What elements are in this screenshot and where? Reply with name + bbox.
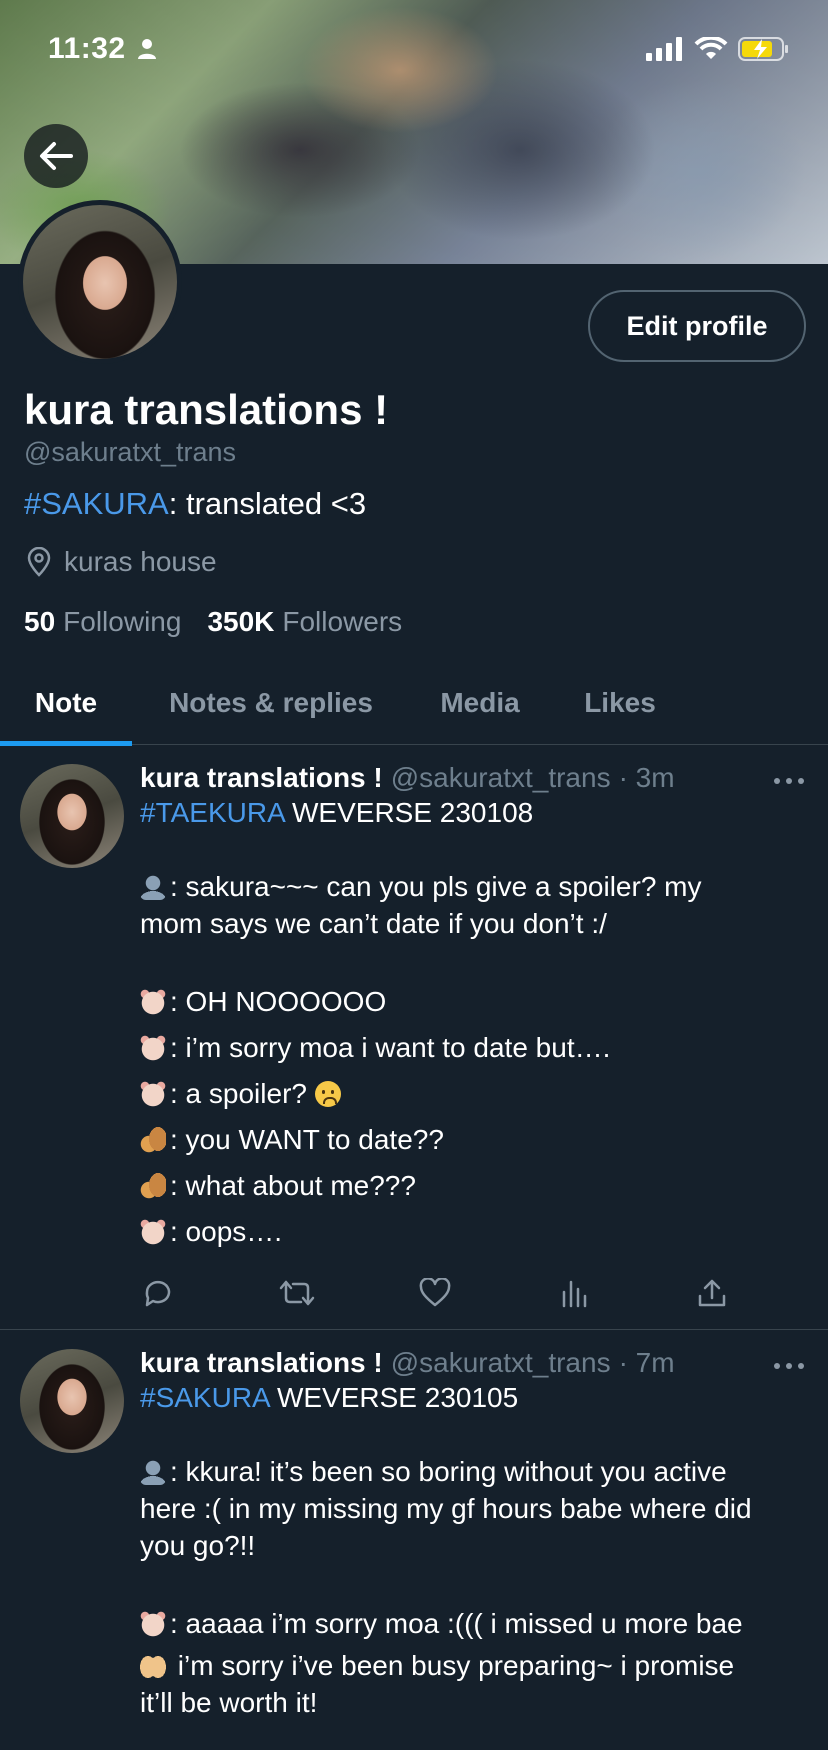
heart-icon (419, 1278, 451, 1307)
analytics-icon (562, 1280, 586, 1308)
tweet-author-handle: @sakuratxt_trans (390, 1347, 611, 1378)
bio-hashtag-link[interactable]: #SAKURA (24, 486, 169, 521)
share-icon (698, 1279, 726, 1307)
profile-tabs: Note Notes & replies Media Likes (0, 660, 828, 746)
arrow-left-icon (40, 142, 73, 170)
tab-notes-and-replies[interactable]: Notes & replies (132, 660, 410, 745)
tweet-line: : what about me??? (140, 1163, 800, 1209)
status-indicators (646, 36, 790, 62)
tweet-text: #SAKURA WEVERSE 230105 : kkura! it’s bee… (140, 1379, 800, 1721)
followers-label: Followers (282, 606, 403, 637)
like-button[interactable] (417, 1275, 453, 1311)
tweet-heading: #TAEKURA WEVERSE 230108 (140, 797, 534, 828)
retweet-button[interactable] (279, 1275, 315, 1311)
squirrel-emoji-icon (140, 1173, 166, 1199)
tweet-timestamp: · 7m (618, 1347, 675, 1378)
tweet-header: kura translations ! @sakuratxt_trans · 3… (140, 762, 800, 794)
tweet-author-handle: @sakuratxt_trans (390, 762, 611, 793)
edit-profile-button[interactable]: Edit profile (588, 290, 806, 362)
tweet-body: kura translations ! @sakuratxt_trans · 3… (140, 762, 800, 1255)
tweet-line: i’m sorry i’ve been busy preparing~ i pr… (140, 1647, 800, 1684)
tab-media[interactable]: Media (410, 660, 550, 745)
tweet[interactable]: kura translations ! @sakuratxt_trans · 3… (0, 746, 828, 1330)
profile-display-name: kura translations ! (24, 386, 389, 433)
tweet-line: : a spoiler? (140, 1071, 800, 1117)
profile-avatar[interactable] (18, 200, 182, 364)
heart-hands-emoji-icon (140, 1653, 166, 1679)
wifi-icon (694, 37, 728, 59)
tweet-line: you go?!! (140, 1530, 256, 1561)
reply-icon (145, 1280, 171, 1307)
location-text: kuras house (64, 546, 217, 577)
tweet-line: : OH NOOOOOO (140, 979, 800, 1025)
person-icon (138, 39, 156, 59)
sad-face-emoji-icon (314, 1081, 341, 1107)
followers-link[interactable]: 350K Followers (207, 606, 402, 638)
follow-stats: 50 Following 350K Followers (24, 606, 402, 638)
tweet-author-name[interactable]: kura translations ! (140, 1347, 383, 1379)
tweet-line: : you WANT to date?? (140, 1117, 800, 1163)
tweet-body: kura translations ! @sakuratxt_trans · 7… (140, 1347, 800, 1721)
tweet-line: : i’m sorry moa i want to date but…. (140, 1025, 800, 1071)
squirrel-emoji-icon (140, 1127, 166, 1153)
tweet-hashtag-link[interactable]: #SAKURA (140, 1382, 269, 1413)
hamster-emoji-icon (140, 1035, 166, 1061)
tweet-line: : kkura! it’s been so boring without you… (140, 1453, 800, 1490)
tweet-line: here :( in my missing my gf hours babe w… (140, 1493, 752, 1524)
following-link[interactable]: 50 Following (24, 606, 181, 638)
battery-charging-icon (738, 37, 788, 61)
hamster-emoji-icon (140, 1219, 166, 1245)
tweet-timestamp: · 3m (618, 762, 675, 793)
tweet-author-name[interactable]: kura translations ! (140, 762, 383, 794)
profile-location: kuras house (24, 546, 217, 578)
tweet-avatar[interactable] (20, 764, 124, 868)
tweet-heading: #SAKURA WEVERSE 230105 (140, 1382, 519, 1413)
following-count: 50 (24, 606, 56, 637)
tab-note[interactable]: Note (0, 660, 132, 746)
tweet-line: : oops…. (140, 1209, 800, 1255)
tweet-hashtag-link[interactable]: #TAEKURA (140, 797, 284, 828)
status-time: 11:32 (48, 32, 126, 65)
tweet-line: : sakura~~~ can you pls give a spoiler? … (140, 868, 800, 905)
tweet-line: mom says we can’t date if you don’t :/ (140, 908, 607, 939)
profile-handle: @sakuratxt_trans (24, 437, 236, 467)
followers-count: 350K (207, 606, 275, 637)
analytics-button[interactable] (556, 1275, 592, 1311)
tweet-avatar[interactable] (20, 1349, 124, 1453)
status-bar: 11:32 (0, 0, 828, 100)
bio-text: : translated <3 (168, 486, 367, 521)
location-pin-icon (27, 547, 51, 577)
retweet-icon (279, 1280, 314, 1306)
following-label: Following (63, 606, 182, 637)
tweet-line: it’ll be worth it! (140, 1687, 318, 1718)
tab-likes[interactable]: Likes (550, 660, 690, 745)
hamster-emoji-icon (140, 1611, 166, 1637)
person-emoji-icon (140, 1459, 166, 1485)
cellular-signal-icon (646, 37, 682, 61)
hamster-emoji-icon (140, 1081, 166, 1107)
tweet-line: : aaaaa i’m sorry moa :((( i missed u mo… (140, 1601, 800, 1647)
person-emoji-icon (140, 874, 166, 900)
hamster-emoji-icon (140, 989, 166, 1015)
profile-bio: #SAKURA: translated <3 (24, 486, 366, 522)
back-button[interactable] (24, 124, 88, 188)
tweet[interactable]: kura translations ! @sakuratxt_trans · 7… (0, 1331, 828, 1750)
tweet-text: #TAEKURA WEVERSE 230108 : sakura~~~ can … (140, 794, 800, 1255)
reply-button[interactable] (140, 1275, 176, 1311)
tweet-actions (140, 1275, 730, 1311)
share-button[interactable] (694, 1275, 730, 1311)
tweet-header: kura translations ! @sakuratxt_trans · 7… (140, 1347, 800, 1379)
